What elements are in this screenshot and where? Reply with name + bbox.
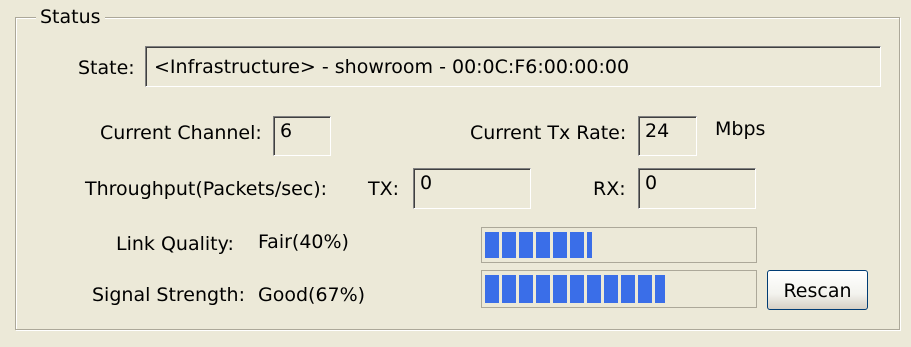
signal-strength-value: Good(67%) [258, 284, 366, 306]
signal-strength-label: Signal Strength: [92, 284, 245, 306]
throughput-label: Throughput(Packets/sec): [85, 178, 328, 200]
rx-label: RX: [593, 178, 626, 200]
tx-rate-unit: Mbps [715, 118, 766, 140]
link-quality-label: Link Quality: [116, 233, 234, 255]
state-field: <Infrastructure> - showroom - 00:0C:F6:0… [145, 46, 881, 87]
current-tx-rate-label: Current Tx Rate: [470, 122, 627, 144]
status-group-title: Status [36, 6, 105, 28]
rx-field: 0 [638, 168, 756, 209]
link-quality-progress-bar [481, 227, 757, 263]
link-quality-progress-fill [485, 232, 593, 258]
tx-field: 0 [413, 168, 531, 209]
current-channel-field: 6 [273, 116, 331, 156]
rescan-button[interactable]: Rescan [767, 270, 868, 310]
current-channel-label: Current Channel: [100, 122, 262, 144]
link-quality-value: Fair(40%) [258, 231, 349, 253]
tx-label: TX: [368, 178, 400, 200]
signal-strength-progress-fill [485, 275, 665, 303]
state-label: State: [78, 57, 135, 79]
signal-strength-progress-bar [481, 270, 757, 308]
current-tx-rate-field: 24 [638, 116, 697, 156]
